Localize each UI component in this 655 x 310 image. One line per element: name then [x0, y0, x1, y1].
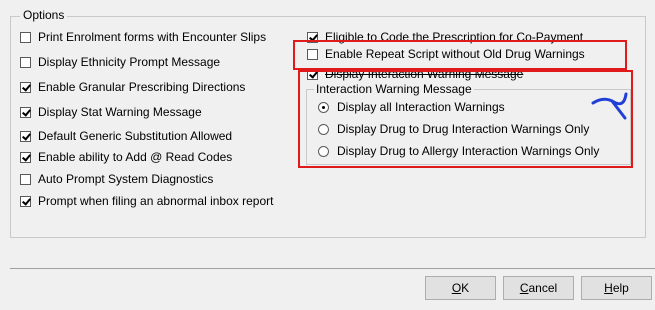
checkbox-label: Enable Granular Prescribing Directions — [38, 80, 246, 94]
ok-button[interactable]: OK — [425, 276, 496, 300]
help-label-rest: elp — [612, 281, 629, 295]
checkbox-box[interactable] — [20, 195, 31, 207]
checkbox-enable-add-read-codes[interactable]: Enable ability to Add @ Read Codes — [20, 149, 232, 165]
highlight-repeat-script — [293, 40, 627, 70]
checkbox-box[interactable] — [20, 151, 31, 163]
help-button[interactable]: Help — [581, 276, 652, 300]
pen-mark-icon — [591, 92, 628, 120]
ok-label-rest: K — [461, 281, 470, 295]
checkbox-box[interactable] — [20, 173, 31, 185]
help-accel: H — [604, 281, 613, 295]
cancel-accel: C — [519, 281, 529, 295]
checkbox-display-stat-warning[interactable]: Display Stat Warning Message — [20, 104, 202, 120]
checkbox-print-enrolment-forms[interactable]: Print Enrolment forms with Encounter Sli… — [20, 29, 266, 45]
cancel-label-rest: ancel — [528, 281, 558, 295]
checkbox-box[interactable] — [20, 81, 31, 93]
checkbox-enable-granular-prescribing[interactable]: Enable Granular Prescribing Directions — [20, 79, 245, 95]
ok-accel: O — [451, 281, 462, 295]
options-group-label: Options — [20, 8, 68, 22]
highlight-interaction-group — [298, 70, 633, 168]
checkbox-label: Auto Prompt System Diagnostics — [38, 172, 214, 186]
checkbox-box[interactable] — [20, 106, 31, 118]
checkbox-label: Default Generic Substitution Allowed — [38, 129, 233, 143]
checkbox-label: Enable ability to Add @ Read Codes — [38, 150, 233, 164]
checkbox-default-generic-substitution[interactable]: Default Generic Substitution Allowed — [20, 128, 232, 144]
checkbox-label: Display Ethnicity Prompt Message — [38, 55, 221, 69]
checkbox-prompt-abnormal-inbox[interactable]: Prompt when filing an abnormal inbox rep… — [20, 193, 273, 209]
checkbox-box[interactable] — [20, 130, 31, 142]
checkbox-box[interactable] — [20, 56, 31, 68]
checkbox-label: Display Stat Warning Message — [38, 105, 202, 119]
checkbox-box[interactable] — [20, 31, 31, 43]
checkbox-label: Prompt when filing an abnormal inbox rep… — [38, 194, 274, 208]
checkbox-label: Print Enrolment forms with Encounter Sli… — [38, 30, 267, 44]
checkbox-auto-prompt-diagnostics[interactable]: Auto Prompt System Diagnostics — [20, 171, 213, 187]
cancel-button[interactable]: Cancel — [503, 276, 574, 300]
checkbox-display-ethnicity-prompt[interactable]: Display Ethnicity Prompt Message — [20, 54, 220, 70]
